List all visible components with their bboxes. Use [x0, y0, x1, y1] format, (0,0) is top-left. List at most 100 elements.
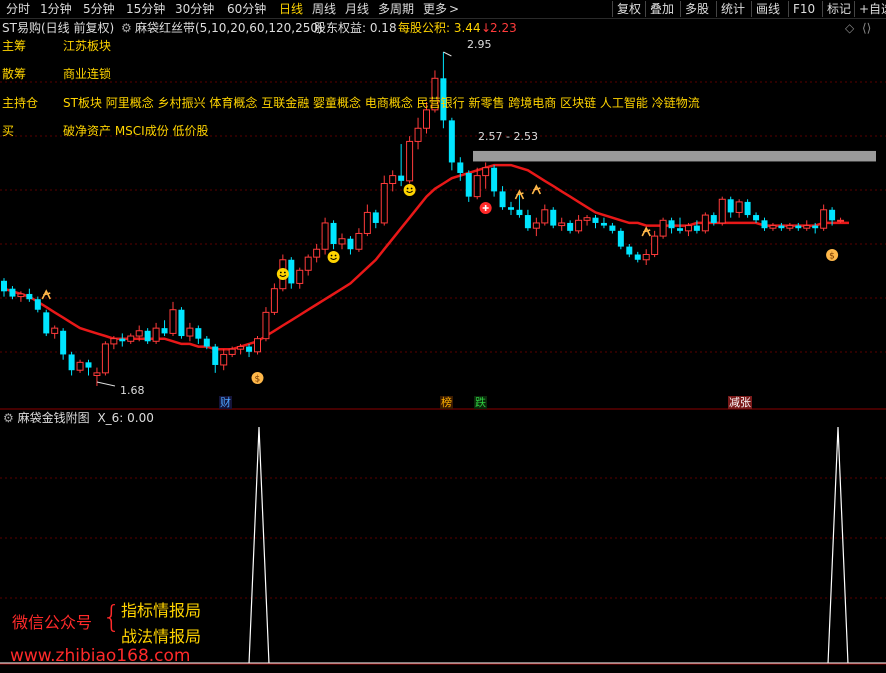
candle: [161, 320, 168, 337]
row-value-holding[interactable]: ST板块 阿里概念 乡村振兴 体育概念 互联金融 婴童概念 电商概念 民营银行 …: [63, 95, 700, 111]
smile-eye: [283, 271, 286, 274]
candle-body: [812, 225, 819, 229]
candle: [769, 222, 777, 231]
low-price-label: 1.68: [120, 384, 145, 397]
candle: [516, 194, 523, 218]
range-price-label: 2.57 - 2.53: [478, 130, 538, 143]
event-badge-reduce[interactable]: 减张: [728, 396, 752, 409]
row-value-main[interactable]: 江苏板块: [63, 38, 111, 54]
candle: [101, 341, 109, 376]
candle-body: [228, 348, 236, 355]
candle-body: [532, 222, 540, 229]
candle-body: [465, 172, 472, 197]
candle: [169, 301, 177, 337]
candle-body: [659, 219, 667, 237]
candle-body: [837, 219, 845, 222]
candle-body: [101, 343, 109, 374]
candle-body: [398, 175, 405, 181]
event-badge-rank[interactable]: 榜: [440, 396, 453, 409]
candle: [9, 286, 16, 300]
candle-body: [68, 354, 75, 371]
candle: [372, 209, 379, 229]
candle-body: [710, 215, 717, 223]
watermark-account: 微信公众号: [12, 613, 93, 632]
smile-eye: [406, 187, 409, 190]
sub-settings-icon[interactable]: ⚙: [3, 411, 14, 425]
candle: [321, 217, 329, 255]
candle-body: [701, 214, 709, 232]
row-label-scatter: 散筹: [2, 67, 27, 81]
candle: [626, 243, 633, 258]
candle: [473, 167, 481, 200]
candle-body: [355, 232, 363, 250]
smile-eye: [334, 254, 337, 257]
candle-body: [93, 372, 101, 376]
event-badge-fall[interactable]: 跌: [474, 396, 487, 409]
event-badge-finance[interactable]: 财: [219, 396, 232, 409]
money-bag-icon: $: [826, 249, 839, 262]
candle-body: [541, 209, 549, 224]
candle-body: [288, 259, 295, 284]
candle: [380, 175, 388, 226]
candle: [34, 296, 41, 313]
candle-body: [795, 225, 802, 229]
candle-body: [508, 207, 514, 210]
candle-body: [330, 222, 337, 244]
candle: [296, 267, 304, 289]
candle-body: [212, 346, 219, 365]
candle: [803, 220, 811, 231]
candle-body: [321, 222, 329, 250]
candle: [254, 336, 261, 355]
candle-body: [457, 162, 464, 173]
sub-chart-header: ⚙ 麻袋金钱附图 X_6: 0.00: [0, 410, 154, 426]
candle: [246, 343, 253, 358]
row-value-scatter[interactable]: 商业连锁: [63, 66, 111, 82]
sub-chart-title[interactable]: 麻袋金钱附图: [18, 411, 90, 425]
candle: [406, 136, 414, 184]
candle-body: [634, 254, 641, 260]
candle-body: [380, 182, 388, 224]
candle-body: [516, 209, 523, 216]
candle: [414, 117, 422, 150]
candle-body: [110, 338, 118, 345]
candle-body: [617, 230, 624, 247]
smile-icon: [327, 251, 340, 263]
candle-body: [414, 127, 422, 142]
buy-plus-icon: [479, 202, 492, 214]
watermark-brace: {: [102, 600, 122, 635]
candle: [600, 217, 607, 229]
candle: [550, 207, 557, 229]
candle-body: [296, 269, 304, 284]
candle: [532, 217, 540, 237]
watermark-name1: 指标情报局: [121, 601, 202, 620]
candle-body: [246, 346, 253, 352]
candle-body: [26, 293, 33, 300]
money-bag-icon: $: [251, 372, 264, 385]
candle: [363, 204, 371, 237]
candle: [85, 359, 92, 376]
money-bag-symbol: $: [255, 375, 261, 385]
candle-body: [389, 175, 397, 184]
candle: [288, 257, 295, 289]
candle-body: [735, 201, 743, 213]
candle-body: [195, 328, 202, 339]
candle: [786, 222, 794, 231]
candle: [270, 283, 278, 315]
candle: [778, 222, 785, 231]
candle: [330, 220, 337, 250]
candle-body: [786, 225, 794, 229]
candle-body: [668, 220, 675, 229]
candle-body: [43, 312, 50, 334]
candle-body: [9, 288, 16, 297]
candle: [524, 209, 531, 231]
candle: [583, 215, 591, 226]
candle: [26, 288, 33, 302]
candle-body: [473, 175, 481, 198]
candle: [152, 322, 160, 344]
row-value-buy[interactable]: 破净资产 MSCI成份 低价股: [63, 123, 209, 139]
candle-body: [135, 330, 143, 337]
candle-body: [119, 338, 126, 342]
candle: [753, 212, 760, 223]
candle-body: [178, 309, 185, 337]
candle-body: [60, 330, 67, 355]
